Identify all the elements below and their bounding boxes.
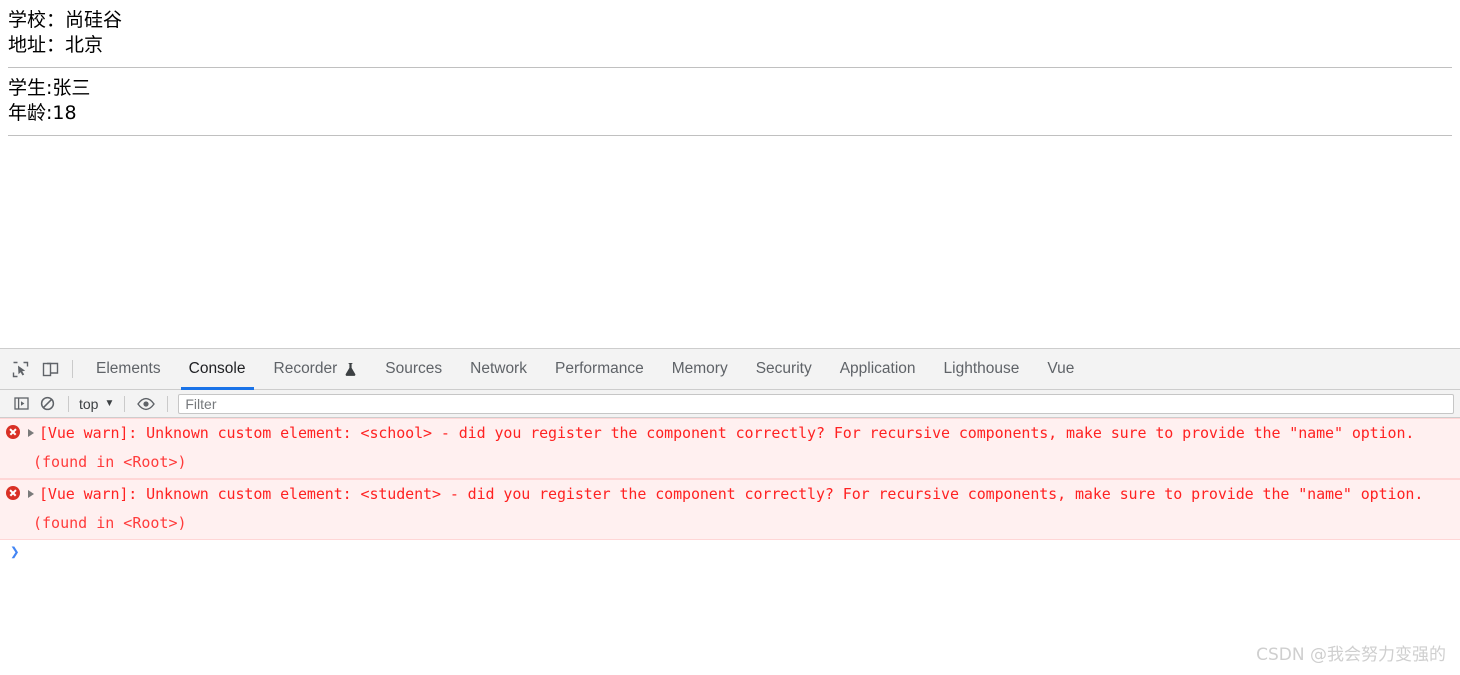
- tab-elements[interactable]: Elements: [82, 349, 175, 390]
- tabbar-divider: [72, 360, 73, 378]
- tab-lighthouse-label: Lighthouse: [943, 360, 1020, 377]
- tab-security-label: Security: [755, 360, 812, 377]
- expand-arrow-icon[interactable]: [28, 490, 34, 498]
- console-output[interactable]: [Vue warn]: Unknown custom element: <sch…: [0, 418, 1460, 675]
- console-filter-input[interactable]: [178, 393, 1454, 414]
- student-name-line: 学生:张三: [8, 77, 91, 99]
- console-message-row[interactable]: [Vue warn]: Unknown custom element: <sch…: [0, 418, 1460, 479]
- console-message-source: (found in <Root>): [33, 453, 187, 471]
- devtools-panel: Elements Console Recorder Sources Networ…: [0, 348, 1460, 675]
- tab-application-label: Application: [839, 360, 916, 377]
- console-toolbar-divider-2: [124, 395, 126, 412]
- tab-recorder[interactable]: Recorder: [260, 349, 372, 390]
- student-divider: [8, 135, 1452, 136]
- tab-network-label: Network: [470, 360, 527, 377]
- error-icon: [6, 425, 20, 439]
- console-prompt-row[interactable]: ❯: [0, 540, 1460, 564]
- tab-network[interactable]: Network: [456, 349, 541, 390]
- csdn-watermark: CSDN @我会努力变强的: [1256, 645, 1446, 665]
- flask-icon: [344, 362, 357, 377]
- clear-console-icon[interactable]: [34, 393, 60, 415]
- console-toolbar-divider-3: [167, 395, 169, 412]
- tab-vue-label: Vue: [1047, 360, 1075, 377]
- tab-console-label: Console: [188, 360, 246, 377]
- tab-memory-label: Memory: [671, 360, 728, 377]
- console-message-source: (found in <Root>): [33, 514, 187, 532]
- school-component-block: 学校：尚硅谷 地址：北京: [0, 0, 1460, 58]
- expand-arrow-icon[interactable]: [28, 429, 34, 437]
- tab-console[interactable]: Console: [175, 349, 260, 390]
- tab-performance-label: Performance: [554, 360, 644, 377]
- console-sidebar-toggle-icon[interactable]: [8, 393, 34, 415]
- tab-lighthouse[interactable]: Lighthouse: [930, 349, 1034, 390]
- school-address-line: 地址：北京: [8, 34, 104, 56]
- execution-context-selector[interactable]: top ▼: [77, 396, 116, 412]
- tab-vue[interactable]: Vue: [1033, 349, 1088, 390]
- execution-context-label: top: [79, 395, 99, 412]
- tab-memory[interactable]: Memory: [658, 349, 742, 390]
- tab-recorder-label: Recorder: [273, 360, 338, 377]
- tab-security[interactable]: Security: [742, 349, 826, 390]
- device-toolbar-icon[interactable]: [36, 355, 64, 383]
- tab-performance[interactable]: Performance: [541, 349, 658, 390]
- tab-application[interactable]: Application: [826, 349, 930, 390]
- inspect-element-icon[interactable]: [6, 355, 34, 383]
- devtools-tabbar: Elements Console Recorder Sources Networ…: [0, 349, 1460, 390]
- prompt-caret-icon: ❯: [10, 542, 20, 561]
- console-message-text: [Vue warn]: Unknown custom element: <stu…: [39, 485, 1424, 503]
- rendered-page-region: 学校：尚硅谷 地址：北京 学生:张三 年龄:18: [0, 0, 1460, 348]
- tab-elements-label: Elements: [96, 360, 161, 377]
- student-age-line: 年龄:18: [8, 102, 77, 124]
- tab-sources[interactable]: Sources: [371, 349, 456, 390]
- console-toolbar: top ▼: [0, 390, 1460, 418]
- console-message-row[interactable]: [Vue warn]: Unknown custom element: <stu…: [0, 479, 1460, 540]
- live-expression-eye-icon[interactable]: [133, 393, 159, 415]
- chevron-down-icon: ▼: [104, 397, 115, 409]
- tab-sources-label: Sources: [385, 360, 443, 377]
- console-message-text: [Vue warn]: Unknown custom element: <sch…: [39, 424, 1415, 442]
- student-component-block: 学生:张三 年龄:18: [0, 68, 1460, 126]
- console-toolbar-divider-1: [68, 395, 69, 412]
- error-icon: [6, 486, 20, 500]
- school-name-line: 学校：尚硅谷: [8, 9, 123, 31]
